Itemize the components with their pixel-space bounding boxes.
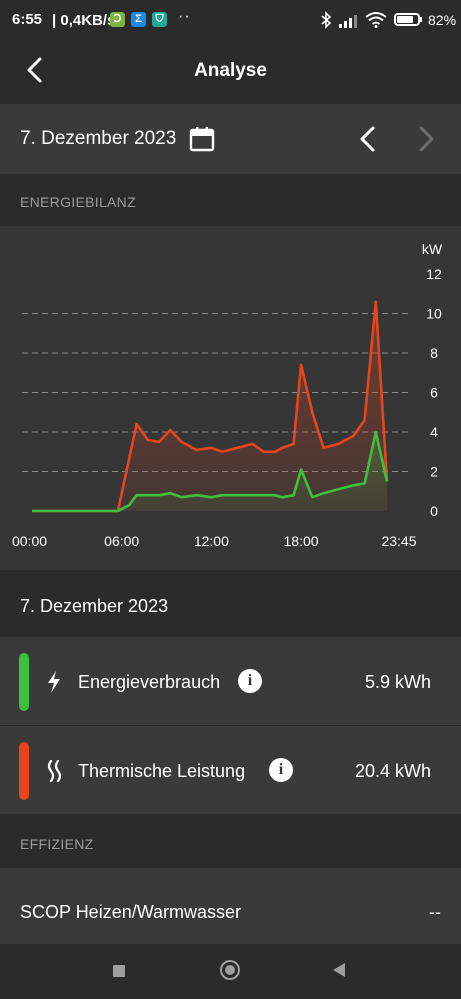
metric-label: Thermische Leistung [78, 761, 246, 781]
efficiency-row-scop[interactable]: SCOP Heizen/Warmwasser -- [0, 868, 461, 944]
status-bar: 6:55 | 0,4KB/s Ↄ Σ ⛉ ·· 82% [0, 0, 461, 40]
y-axis-unit: kW [422, 241, 443, 257]
status-network-speed: | 0,4KB/s [52, 12, 116, 29]
info-icon[interactable]: i [238, 669, 262, 693]
y-tick-label: 10 [426, 306, 442, 322]
recents-square-icon[interactable] [113, 965, 125, 977]
metric-row-energy-consumption[interactable]: Energieverbrauch i 5.9 kWh [0, 636, 461, 725]
back-triangle-icon[interactable] [333, 963, 345, 977]
status-time: 6:55 [12, 11, 43, 28]
selected-date[interactable]: 7. Dezember 2023 [20, 128, 176, 150]
app-icon-shield: ⛉ [152, 12, 167, 27]
system-nav-bar [0, 944, 461, 999]
x-tick-label: 23:45 [381, 533, 416, 549]
signal-icon [339, 15, 357, 28]
y-tick-label: 6 [430, 385, 438, 401]
chart-svg: 12 10 8 6 4 2 0 kW 00:00 06:00 12:00 18:00 23:45 [12, 241, 443, 549]
status-dots: ·· [178, 8, 191, 25]
legend-bar-red [19, 742, 29, 800]
battery-tip [420, 17, 422, 22]
summary-date: 7. Dezember 2023 [20, 596, 169, 616]
metric-row-thermal-output[interactable]: Thermische Leistung i 20.4 kWh [0, 725, 461, 814]
efficiency-value: -- [429, 902, 441, 922]
chevron-right-icon [419, 126, 434, 152]
date-selector: 7. Dezember 2023 [0, 104, 461, 174]
y-tick-label: 2 [430, 464, 438, 480]
app-bar: Analyse [0, 40, 461, 104]
metric-label: Energieverbrauch [78, 672, 221, 692]
chevron-left-icon [360, 126, 375, 152]
y-tick-label: 0 [430, 503, 438, 519]
x-tick-label: 06:00 [104, 533, 139, 549]
heat-waves-icon [47, 759, 62, 783]
series-area-thermal [32, 301, 387, 511]
next-day-button[interactable] [412, 124, 440, 154]
metric-value: 20.4 kWh [354, 761, 431, 781]
app-icon-1: Ↄ [110, 12, 125, 27]
legend-bar-green [19, 653, 29, 711]
y-tick-label: 8 [430, 345, 438, 361]
y-tick-label: 12 [426, 266, 442, 282]
info-icon[interactable]: i [269, 758, 293, 782]
section-title: ENERGIEBILANZ [20, 194, 136, 210]
previous-day-button[interactable] [354, 124, 382, 154]
efficiency-label: SCOP Heizen/Warmwasser [20, 902, 242, 922]
home-circle-icon[interactable] [220, 960, 240, 980]
lightning-icon [48, 671, 60, 693]
battery-fill [397, 16, 413, 23]
page-title: Analyse [194, 60, 267, 81]
battery-percent: 82% [428, 12, 457, 28]
battery-icon [394, 13, 420, 26]
x-tick-label: 00:00 [12, 533, 47, 549]
bluetooth-icon [321, 11, 332, 29]
wifi-icon [365, 12, 387, 28]
app-icon-sigma: Σ [131, 12, 146, 27]
x-tick-label: 18:00 [284, 533, 319, 549]
calendar-button[interactable] [189, 126, 215, 152]
section-header-efficiency: EFFIZIENZ [0, 816, 461, 868]
section-header-energy: ENERGIEBILANZ [0, 174, 461, 226]
metric-value: 5.9 kWh [364, 672, 431, 692]
energy-chart: 12 10 8 6 4 2 0 kW 00:00 06:00 12:00 18:00 23:45 [0, 226, 461, 570]
x-tick-label: 12:00 [194, 533, 229, 549]
section-title: EFFIZIENZ [20, 836, 94, 852]
y-tick-label: 4 [430, 424, 438, 440]
